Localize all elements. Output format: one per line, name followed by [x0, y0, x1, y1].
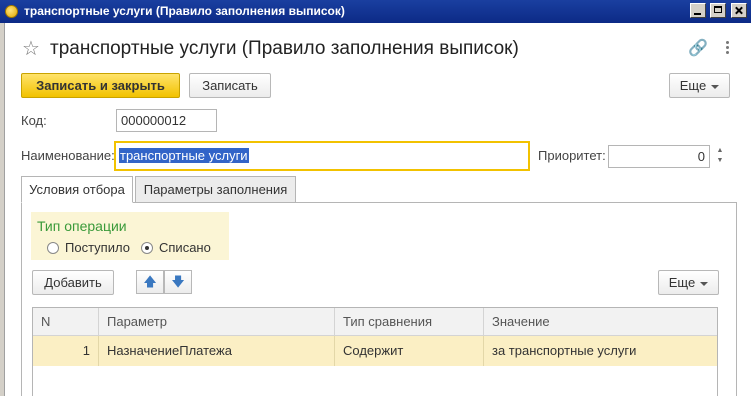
window-title: транспортные услуги (Правило заполнения …: [24, 4, 345, 18]
table-more-label: Еще: [668, 275, 696, 290]
save-and-close-button[interactable]: Записать и закрыть: [21, 73, 180, 98]
minimize-icon[interactable]: [689, 3, 706, 18]
priority-field[interactable]: 0: [608, 145, 710, 168]
radio-incoming[interactable]: Поступило: [47, 240, 130, 255]
window-controls: [689, 3, 747, 19]
page-title: транспортные услуги (Правило заполнения …: [50, 38, 519, 59]
link-icon[interactable]: 🔗: [688, 40, 708, 58]
maximize-icon[interactable]: [710, 3, 727, 18]
cell-comparison: Содержит: [335, 336, 484, 366]
more-button-label: Еще: [679, 78, 707, 93]
save-button[interactable]: Записать: [189, 73, 271, 98]
name-label: Наименование:: [21, 148, 115, 163]
radio-outgoing-circle[interactable]: [141, 242, 153, 254]
column-header-comparison[interactable]: Тип сравнения: [335, 308, 484, 335]
priority-label: Приоритет:: [538, 148, 606, 163]
radio-incoming-circle[interactable]: [47, 242, 59, 254]
spin-down-icon[interactable]: ▼: [710, 156, 730, 166]
more-menu-icon[interactable]: [720, 39, 734, 59]
code-field[interactable]: 000000012: [116, 109, 217, 132]
favorite-star-icon[interactable]: ☆: [22, 36, 40, 61]
cell-value: за транспортные услуги: [492, 343, 637, 358]
column-header-n[interactable]: N: [33, 308, 99, 335]
window-frame: [0, 23, 5, 396]
chevron-down-icon: [711, 84, 720, 89]
conditions-table: N Параметр Тип сравнения Значение 1 Назн…: [32, 307, 718, 396]
column-header-parameter[interactable]: Параметр: [99, 308, 335, 335]
app-icon: [5, 5, 18, 18]
name-field[interactable]: транспортные услуги: [114, 141, 530, 171]
operation-type-group: Тип операции Поступило Списано: [31, 212, 229, 260]
add-button[interactable]: Добавить: [32, 270, 114, 295]
radio-outgoing-label: Списано: [159, 240, 211, 255]
tab-selection-conditions[interactable]: Условия отбора: [21, 176, 133, 203]
spin-up-icon[interactable]: ▲: [710, 146, 730, 156]
radio-incoming-label: Поступило: [65, 240, 130, 255]
chevron-down-icon: [700, 281, 709, 286]
table-row[interactable]: 1 НазначениеПлатежа Содержит за транспор…: [33, 336, 717, 366]
move-up-button[interactable]: 🡅: [136, 270, 164, 294]
arrow-up-icon: 🡅: [143, 274, 157, 289]
column-header-value[interactable]: Значение: [484, 308, 717, 335]
arrow-down-icon: 🡇: [171, 274, 185, 289]
move-down-button[interactable]: 🡇: [164, 270, 192, 294]
tab-fill-parameters[interactable]: Параметры заполнения: [135, 176, 296, 203]
cell-n: 1: [33, 336, 99, 366]
close-icon[interactable]: [731, 3, 747, 18]
code-label: Код:: [21, 113, 47, 128]
priority-spinner[interactable]: ▲ ▼: [710, 146, 730, 168]
window-titlebar: транспортные услуги (Правило заполнения …: [0, 0, 751, 23]
table-header: N Параметр Тип сравнения Значение: [33, 308, 717, 336]
cell-parameter: НазначениеПлатежа: [99, 336, 335, 366]
name-field-value: транспортные услуги: [119, 148, 249, 163]
table-more-button[interactable]: Еще: [658, 270, 719, 295]
radio-outgoing[interactable]: Списано: [141, 240, 211, 255]
more-button[interactable]: Еще: [669, 73, 730, 98]
operation-type-label: Тип операции: [37, 218, 127, 234]
